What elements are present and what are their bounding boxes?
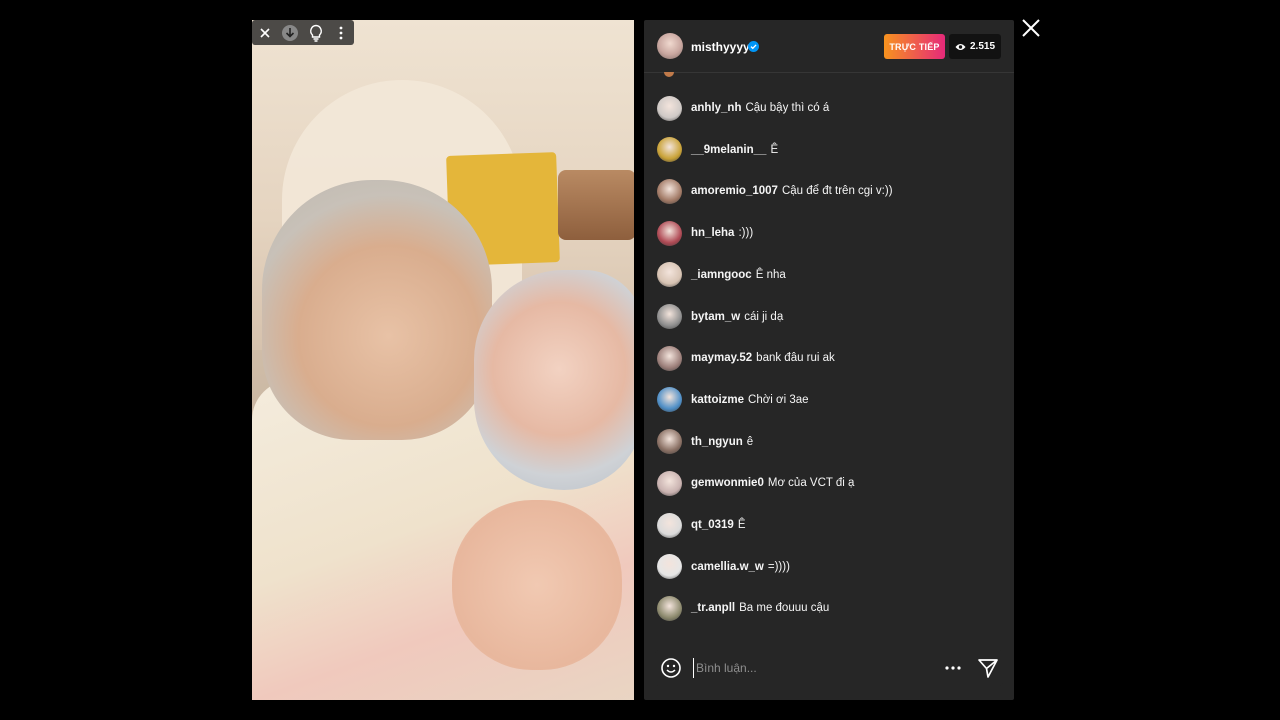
comment-text: __9melanin__ Ê <box>691 144 778 156</box>
verified-badge-icon <box>748 41 759 52</box>
comment-text: _iamngooc Ê nha <box>691 269 786 281</box>
video-toolbar <box>252 20 354 45</box>
comment-row: maymay.52 bank đâu rui ak <box>657 345 1002 371</box>
comment-message: Chời ơi 3ae <box>748 393 809 406</box>
close-icon[interactable] <box>254 22 276 44</box>
comment-username[interactable]: amoremio_1007 <box>691 185 778 197</box>
comment-text: th_ngyun ê <box>691 436 753 448</box>
comment-text: bytam_w cái ji dạ <box>691 311 783 323</box>
live-badge: TRỰC TIẾP <box>884 34 945 59</box>
comment-message: =)))) <box>767 560 790 573</box>
comment-avatar[interactable] <box>657 470 682 496</box>
emoji-icon[interactable] <box>660 657 682 679</box>
viewer-count: 2.515 <box>969 41 996 52</box>
comment-username[interactable]: th_ngyun <box>691 436 743 448</box>
comment-text: hn_leha:))) <box>691 227 753 239</box>
comment-input[interactable] <box>693 658 896 678</box>
comment-message: Ê <box>770 143 779 156</box>
comment-username[interactable]: _iamngooc <box>691 269 752 281</box>
comment-username[interactable]: anhly_nh <box>691 102 741 114</box>
comment-row: qt_0319 Ê <box>657 512 1002 538</box>
comment-message: ê <box>746 435 754 448</box>
comment-username[interactable]: maymay.52 <box>691 352 752 364</box>
comment-username[interactable]: hn_leha <box>691 227 734 239</box>
comment-message: Mơ của VCT đi ạ <box>767 477 855 490</box>
comment-username[interactable]: gemwonmie0 <box>691 477 764 489</box>
comment-username[interactable]: __9melanin__ <box>691 144 766 156</box>
comment-text: maymay.52 bank đâu rui ak <box>691 352 835 364</box>
comment-message: bank đâu rui ak <box>756 352 835 365</box>
comment-message: Ba me đouuu cậu <box>739 602 830 615</box>
comment-row: th_ngyun ê <box>657 429 1002 455</box>
comment-username[interactable]: bytam_w <box>691 311 740 323</box>
comment-row: bytam_w cái ji dạ <box>657 304 1002 330</box>
comment-username[interactable]: camellia.w_w <box>691 561 764 573</box>
video-jar <box>558 170 634 240</box>
comment-row: anhly_nh Cậu bậy thì có á <box>657 95 1002 121</box>
comment-text: gemwonmie0 Mơ của VCT đi ạ <box>691 477 854 489</box>
comment-row: gemwonmie0 Mơ của VCT đi ạ <box>657 470 1002 496</box>
comment-text: qt_0319 Ê <box>691 519 746 531</box>
comment-avatar[interactable] <box>657 595 682 621</box>
comment-avatar[interactable] <box>657 512 682 538</box>
live-chat-panel: misthyyyy TRỰC TIẾP 2.515 anhly_nh Cậu bậ… <box>644 20 1014 700</box>
lightbulb-icon[interactable] <box>305 22 327 44</box>
host-username[interactable]: misthyyyy <box>691 40 750 54</box>
comment-avatar[interactable] <box>657 387 682 413</box>
live-video[interactable] <box>252 20 634 700</box>
comment-message: Ê <box>737 519 746 531</box>
comment-row: camellia.w_w =)))) <box>657 554 1002 580</box>
viewer-count-badge: 2.515 <box>949 34 1001 59</box>
comment-avatar[interactable] <box>657 262 682 288</box>
comment-text: kattoizme Chời ơi 3ae <box>691 394 809 406</box>
video-person-left <box>262 180 492 440</box>
comment-row: __9melanin__ Ê <box>657 137 1002 163</box>
comment-avatar[interactable] <box>657 137 682 163</box>
comment-username[interactable]: _tr.anpll <box>691 602 735 614</box>
comment-text: _tr.anpll Ba me đouuu cậu <box>691 602 829 614</box>
comment-avatar[interactable] <box>657 554 682 580</box>
comment-username[interactable]: qt_0319 <box>691 519 734 531</box>
comment-row: kattoizme Chời ơi 3ae <box>657 387 1002 413</box>
download-icon[interactable] <box>279 22 301 44</box>
send-icon[interactable] <box>976 656 1000 680</box>
comment-message: Ê nha <box>755 268 786 281</box>
comment-avatar[interactable] <box>657 304 682 329</box>
comment-avatar[interactable] <box>657 178 682 204</box>
comment-message: Cậu để đt trên cgi v:)) <box>781 185 893 198</box>
comment-row: amoremio_1007 Cậu để đt trên cgi v:)) <box>657 178 1002 204</box>
comment-text: camellia.w_w =)))) <box>691 561 790 573</box>
comment-message: cái ji dạ <box>744 310 784 323</box>
comment-avatar[interactable] <box>657 345 682 371</box>
close-live-icon[interactable] <box>1019 16 1043 40</box>
comment-text: anhly_nh Cậu bậy thì có á <box>691 102 829 114</box>
comment-composer <box>655 650 1003 686</box>
host-avatar[interactable] <box>657 33 683 59</box>
comment-row: _iamngooc Ê nha <box>657 262 1002 288</box>
video-person-right <box>474 270 634 490</box>
comment-avatar[interactable] <box>657 429 682 455</box>
comment-text: amoremio_1007 Cậu để đt trên cgi v:)) <box>691 185 893 197</box>
comment-message: :))) <box>738 227 754 240</box>
comment-row: hn_leha:))) <box>657 220 1002 246</box>
comment-message: Cậu bậy thì có á <box>745 102 830 114</box>
eye-icon <box>955 43 966 50</box>
scrolled-comment-avatar <box>664 72 674 77</box>
comment-username[interactable]: kattoizme <box>691 394 744 406</box>
more-vertical-icon[interactable] <box>330 22 352 44</box>
chat-header: misthyyyy TRỰC TIẾP 2.515 <box>644 20 1014 73</box>
video-hand <box>452 500 622 670</box>
more-horizontal-icon[interactable] <box>943 658 963 678</box>
comment-row: _tr.anpll Ba me đouuu cậu <box>657 595 1002 621</box>
comment-avatar[interactable] <box>657 220 682 246</box>
comment-avatar[interactable] <box>657 95 682 121</box>
